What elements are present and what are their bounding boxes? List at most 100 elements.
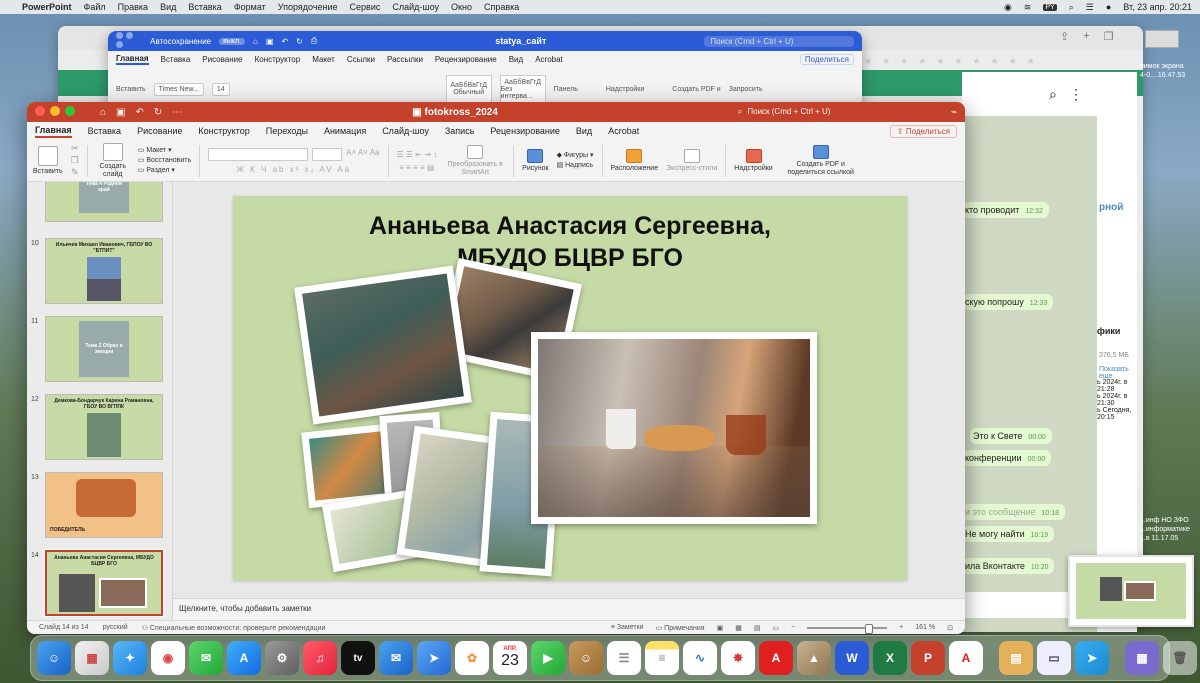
chat-message[interactable]: скую попрошу 12:33 bbox=[962, 294, 1054, 310]
siri-icon[interactable]: ● bbox=[1106, 2, 1111, 12]
align-tools[interactable]: ≡ ≡ ≡ ≡ ▤ bbox=[399, 163, 434, 172]
word-tab-draw[interactable]: Рисование bbox=[202, 55, 242, 64]
word-share-button[interactable]: Поделиться bbox=[799, 53, 854, 65]
chrome-icon[interactable]: ◉ bbox=[151, 641, 185, 675]
comments-toggle[interactable]: ▭ Примечания bbox=[656, 624, 705, 632]
language-indicator[interactable]: русский bbox=[103, 624, 128, 631]
apple-tv-icon[interactable]: tv bbox=[341, 641, 375, 675]
share-icon[interactable]: ⇪ bbox=[1060, 30, 1069, 43]
word-tab-insert[interactable]: Вставка bbox=[161, 55, 191, 64]
quick-styles-button[interactable]: Экспресс-стили bbox=[666, 149, 717, 172]
notes-icon[interactable]: ≡ bbox=[645, 641, 679, 675]
music-icon[interactable]: ♫ bbox=[303, 641, 337, 675]
wifi-icon[interactable]: ≋ bbox=[1024, 2, 1032, 13]
mail-icon[interactable]: ✉ bbox=[379, 641, 413, 675]
save-icon[interactable]: ▣ bbox=[116, 107, 125, 118]
zoom-out-icon[interactable]: − bbox=[791, 624, 795, 631]
zoom-slider[interactable] bbox=[807, 623, 888, 634]
close-button[interactable] bbox=[35, 105, 45, 116]
paste-button[interactable]: Вставить bbox=[33, 146, 63, 175]
word-tab-home[interactable]: Главная bbox=[116, 54, 149, 65]
creative-cloud-icon[interactable]: ◉ bbox=[1004, 2, 1012, 13]
maps-icon[interactable]: ➤ bbox=[417, 641, 451, 675]
word-font-select[interactable]: Times New... bbox=[153, 82, 204, 96]
menu-edit[interactable]: Правка bbox=[118, 2, 148, 12]
word-tab-mailings[interactable]: Рассылки bbox=[387, 55, 423, 64]
slide-thumbnail[interactable]: Тема 4 Родной край bbox=[27, 182, 172, 226]
search-icon[interactable]: ⌕ bbox=[1049, 86, 1057, 103]
tab-record[interactable]: Запись bbox=[445, 126, 475, 136]
autosave-toggle[interactable]: выкл. bbox=[219, 37, 246, 45]
menu-slideshow[interactable]: Слайд-шоу bbox=[392, 2, 439, 12]
info-link-text[interactable]: рной bbox=[1099, 202, 1123, 213]
home-icon[interactable]: ⌂ bbox=[253, 37, 258, 46]
word-style-nospacing[interactable]: АаБбВвГгД Без интерва... bbox=[499, 75, 546, 103]
calendar-icon[interactable]: АПР. 23 bbox=[493, 641, 527, 675]
acrobat-reader-icon[interactable]: A bbox=[949, 641, 983, 675]
addins-button[interactable]: Надстройки bbox=[734, 149, 773, 172]
chat-message[interactable]: Не могу найти 10:19 bbox=[962, 526, 1055, 542]
menu-app-name[interactable]: PowerPoint bbox=[22, 2, 72, 12]
arrange-button[interactable]: Расположение bbox=[611, 149, 658, 172]
chat-message[interactable]: Это к Свете 00:00 bbox=[970, 428, 1052, 444]
word-request-button[interactable]: Запросить bbox=[729, 86, 763, 93]
acrobat-icon[interactable]: A bbox=[759, 641, 793, 675]
chat-message[interactable]: ила Вконтакте 10:20 bbox=[962, 558, 1055, 574]
font-size-select[interactable] bbox=[312, 147, 343, 161]
search-icon[interactable]: ⌕ bbox=[1069, 2, 1074, 13]
show-more-link[interactable]: Показать еще bbox=[1099, 366, 1137, 380]
menu-help[interactable]: Справка bbox=[484, 2, 519, 12]
trash-icon[interactable]: 🗑 bbox=[1163, 641, 1197, 675]
print-icon[interactable]: ⎙ bbox=[311, 36, 317, 46]
file-label[interactable]: ...в 11.17.05 bbox=[1140, 534, 1190, 543]
tab-view[interactable]: Вид bbox=[576, 126, 592, 136]
reading-view-icon[interactable]: ▤ bbox=[754, 624, 761, 632]
input-language[interactable]: PY bbox=[1043, 3, 1057, 11]
smartart-button[interactable]: Преобразовать в SmartArt bbox=[445, 144, 505, 177]
tab-insert[interactable]: Вставка bbox=[88, 126, 121, 136]
slide-thumbnail[interactable]: 11 Тема 2 Образ и эмоции bbox=[27, 316, 172, 386]
shapes-button[interactable]: ◆ Фигуры ▾ bbox=[557, 151, 594, 161]
slideshow-view-icon[interactable]: ▭ bbox=[772, 624, 779, 632]
window-controls[interactable] bbox=[116, 32, 142, 50]
redo-icon[interactable]: ↻ bbox=[154, 107, 162, 118]
cut-icon[interactable]: ✂ bbox=[71, 143, 79, 154]
share-button[interactable]: ⇪ Поделиться bbox=[889, 124, 957, 138]
tab-draw[interactable]: Рисование bbox=[137, 126, 182, 136]
settings-icon[interactable]: ⚙ bbox=[265, 641, 299, 675]
ppt-share-icon[interactable]: ⌁ bbox=[951, 107, 957, 118]
home-icon[interactable]: ⌂ bbox=[100, 107, 106, 118]
menu-insert[interactable]: Вставка bbox=[188, 2, 221, 12]
tab-home[interactable]: Главная bbox=[35, 125, 72, 138]
powerpoint-icon[interactable]: P bbox=[911, 641, 945, 675]
screen-capture-icon[interactable]: ▭ bbox=[1037, 641, 1071, 675]
word-icon[interactable]: W bbox=[835, 641, 869, 675]
list-tools[interactable]: ☰ ☰ ⇤ ⇥ ↕ bbox=[397, 150, 438, 159]
copy-icon[interactable]: ❐ bbox=[71, 155, 79, 166]
new-slide-button[interactable]: Создать слайд bbox=[96, 142, 130, 179]
sorter-view-icon[interactable]: ▦ bbox=[735, 624, 742, 632]
clock[interactable]: Вт, 23 апр. 20:21 bbox=[1123, 2, 1192, 12]
zoom-in-icon[interactable]: + bbox=[899, 624, 903, 631]
excel-icon[interactable]: X bbox=[873, 641, 907, 675]
menu-tools[interactable]: Сервис bbox=[350, 2, 381, 12]
slide-canvas[interactable]: Ананьева Анастасия Сергеевна, МБУДО БЦВР… bbox=[233, 196, 907, 580]
freeform-icon[interactable]: ∿ bbox=[683, 641, 717, 675]
word-tab-acrobat[interactable]: Acrobat bbox=[535, 55, 563, 64]
slide-title[interactable]: Ананьева Анастасия Сергеевна, МБУДО БЦВР… bbox=[233, 210, 907, 274]
layout-button[interactable]: ▭ Макет ▾ bbox=[138, 146, 191, 156]
more-icon[interactable]: ⋮ bbox=[1069, 86, 1083, 103]
slide-thumbnail[interactable]: 10 Ильичев Михаил Иванович, ГБПОУ ВО "БТ… bbox=[27, 238, 172, 308]
minimize-button[interactable] bbox=[50, 105, 60, 116]
zoom-level[interactable]: 161 % bbox=[915, 624, 935, 631]
slide-thumbnail[interactable]: 13 ПОБЕДИТЕЛЬ bbox=[27, 472, 172, 542]
desktop-screenshot-label[interactable]: нимок экрана 4-0....16.47.53 bbox=[1140, 62, 1185, 80]
chat-message[interactable]: кто проводит 12:32 bbox=[962, 202, 1049, 218]
word-tab-view[interactable]: Вид bbox=[509, 55, 523, 64]
contacts-icon[interactable]: ☺ bbox=[569, 641, 603, 675]
word-tab-review[interactable]: Рецензирование bbox=[435, 55, 497, 64]
word-paste-button[interactable]: Вставить bbox=[116, 86, 146, 93]
undo-icon[interactable]: ↶ bbox=[281, 37, 288, 46]
word-tab-references[interactable]: Ссылки bbox=[347, 55, 375, 64]
chat-message[interactable]: конференции 00:00 bbox=[962, 450, 1052, 466]
